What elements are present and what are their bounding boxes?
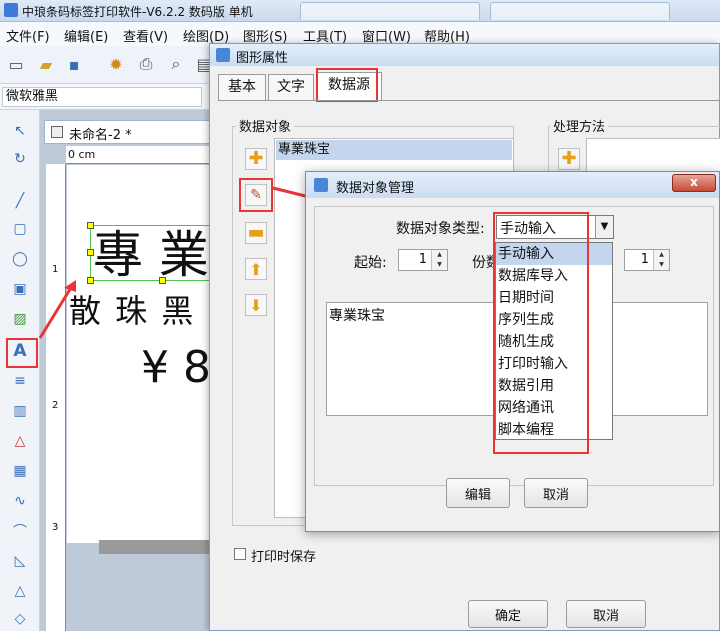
type-label: 数据对象类型: — [396, 221, 485, 237]
dialog-title-bar: 数据对象管理 x — [306, 172, 719, 198]
edit-button[interactable]: 编辑 — [446, 478, 510, 508]
spinner-arrows-icon[interactable]: ▲ ▼ — [653, 250, 669, 270]
cancel-button[interactable]: 取消 — [524, 478, 588, 508]
close-button[interactable]: x — [672, 174, 716, 192]
dialog-app-icon — [314, 178, 328, 192]
start-spinner[interactable]: 1 ▲ ▼ — [398, 249, 448, 271]
dropdown-highlight — [493, 212, 589, 454]
start-value: 1 — [418, 252, 427, 267]
start-label: 起始: — [354, 255, 387, 271]
chevron-down-icon[interactable]: ▼ — [595, 216, 613, 238]
dialog-title: 数据对象管理 — [336, 181, 415, 196]
content-text: 專業珠宝 — [329, 308, 385, 324]
copies-spinner[interactable]: 1 ▲ ▼ — [624, 249, 670, 271]
copies-value: 1 — [640, 252, 649, 267]
arrow-to-text — [38, 285, 74, 339]
spinner-arrows-icon[interactable]: ▲ ▼ — [431, 250, 447, 270]
